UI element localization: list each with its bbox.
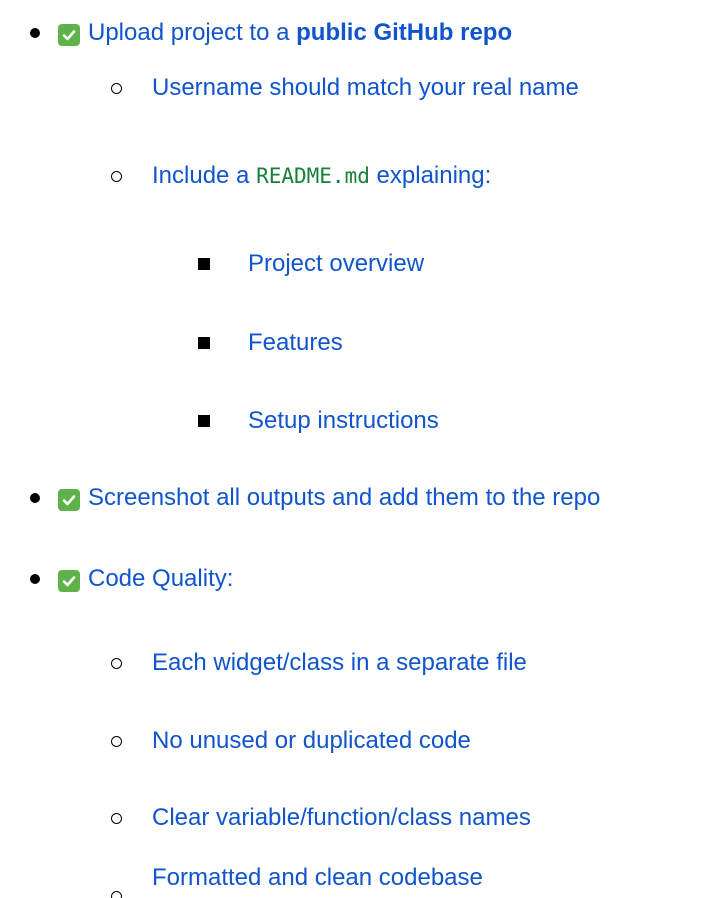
list-item-clear-names: Clear variable/function/class names [152,804,531,831]
list-item-upload-project: Upload project to a public GitHub repo [58,13,512,53]
list-item-username: Username should match your real name [152,74,579,101]
bullet-circle [108,733,124,749]
bullet-circle [108,888,124,898]
readme-code: README.md [256,164,370,188]
item-text-bold: public GitHub repo [296,19,513,46]
item-text-prefix: Upload project to a [88,19,297,46]
list-item-formatted-codebase: Formatted and clean codebase [152,864,483,891]
list-item-features: Features [248,329,343,356]
list-item-separate-file: Each widget/class in a separate file [152,649,527,676]
bullet-square [196,256,212,272]
bullet-disc [27,25,43,41]
bullet-circle [108,168,124,184]
checklist-document: Upload project to a public GitHub repo U… [0,0,728,898]
list-item-project-overview: Project overview [248,250,425,277]
item-text: Code Quality: [88,565,234,592]
bullet-circle [108,655,124,671]
item-text-prefix: Include a [152,162,257,189]
bullet-circle [108,810,124,826]
bullet-disc [27,490,43,506]
list-item-setup-instructions: Setup instructions [248,407,439,434]
bullet-circle [108,80,124,96]
check-box-icon [58,489,80,511]
bullet-square [196,335,212,351]
list-item-no-unused-code: No unused or duplicated code [152,727,471,754]
list-item-include-readme: Include a README.md explaining: [152,156,491,196]
check-box-icon [58,570,80,592]
item-text: Screenshot all outputs and add them to t… [88,484,601,511]
check-box-icon [58,24,80,46]
item-text-suffix: explaining: [369,162,492,189]
bullet-square [196,413,212,429]
bullet-disc [27,571,43,587]
list-item-code-quality: Code Quality: [58,559,233,599]
list-item-screenshot-outputs: Screenshot all outputs and add them to t… [58,478,600,518]
